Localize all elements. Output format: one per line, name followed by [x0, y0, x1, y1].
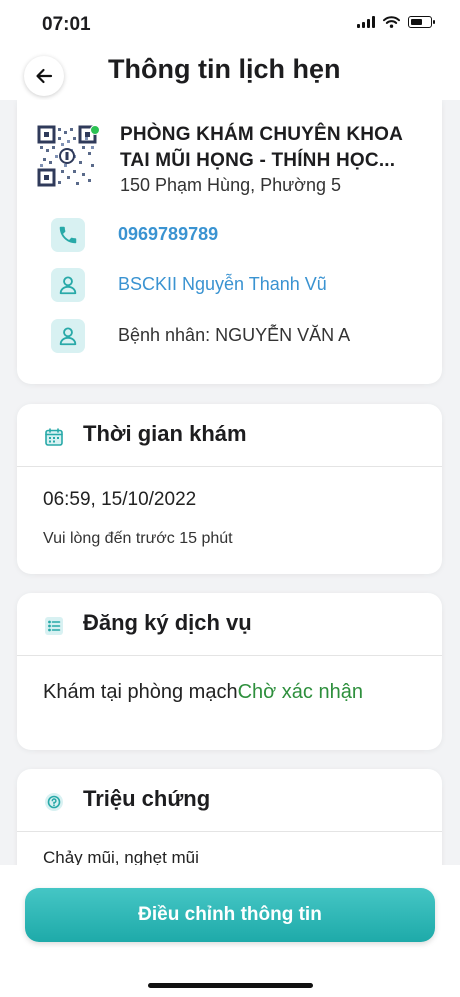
service-status: Chờ xác nhận	[237, 681, 363, 703]
exam-time-note: Vui lòng đến trước 15 phút	[43, 530, 233, 547]
exam-time-card: Thời gian khám 06:59, 15/10/2022 Vui lòn…	[17, 404, 442, 574]
status-time: 07:01	[42, 14, 91, 35]
wifi-icon	[383, 16, 400, 28]
home-indicator[interactable]	[148, 983, 313, 988]
exam-time-title: Thời gian khám	[83, 421, 247, 446]
clinic-card: PHÒNG KHÁM CHUYÊN KHOA TAI MŨI HỌNG - TH…	[17, 100, 442, 384]
status-icons	[357, 16, 435, 28]
symptoms-text: Chảy mũi, nghẹt mũi	[43, 848, 199, 865]
back-button[interactable]	[24, 56, 64, 96]
exam-time-value: 06:59, 15/10/2022	[43, 489, 197, 510]
scroll-content[interactable]: PHÒNG KHÁM CHUYÊN KHOA TAI MŨI HỌNG - TH…	[0, 100, 460, 865]
user-icon	[51, 268, 85, 302]
patient-row: Bệnh nhân: NGUYỄN VĂN A	[51, 319, 431, 353]
symptoms-card: Triệu chứng Chảy mũi, nghẹt mũi	[17, 769, 442, 865]
edit-info-button[interactable]: Điều chỉnh thông tin	[25, 888, 435, 942]
service-name: Khám tại phòng mạch	[43, 681, 238, 703]
online-status-dot	[90, 125, 100, 135]
service-card: Đăng ký dịch vụ Khám tại phòng mạchChờ x…	[17, 593, 442, 750]
page-title: Thông tin lịch hẹn	[108, 54, 341, 84]
patient-icon	[51, 319, 85, 353]
qr-code-icon	[37, 125, 97, 187]
service-title: Đăng ký dịch vụ	[83, 610, 252, 635]
battery-icon	[408, 16, 435, 28]
doctor-row[interactable]: BSCKII Nguyễn Thanh Vũ	[51, 268, 431, 302]
phone-icon	[51, 218, 85, 252]
clinic-name: PHÒNG KHÁM CHUYÊN KHOA TAI MŨI HỌNG - TH…	[120, 124, 403, 171]
signal-icon	[357, 16, 375, 28]
service-row: Khám tại phòng mạchChờ xác nhận	[43, 681, 363, 704]
help-circle-icon	[43, 791, 65, 813]
bottom-action-bar: Điều chỉnh thông tin	[0, 865, 460, 997]
phone-number-link[interactable]: 0969789789	[118, 224, 218, 245]
app-header: Thông tin lịch hẹn	[0, 50, 460, 100]
doctor-name-link[interactable]: BSCKII Nguyễn Thanh Vũ	[118, 274, 327, 295]
clinic-address: 150 Phạm Hùng, Phường 5	[120, 175, 341, 195]
service-header: Đăng ký dịch vụ	[17, 593, 442, 656]
symptoms-title: Triệu chứng	[83, 786, 211, 811]
patient-name: Bệnh nhân: NGUYỄN VĂN A	[118, 325, 351, 345]
arrow-left-icon	[36, 68, 53, 84]
phone-row[interactable]: 0969789789	[51, 218, 431, 252]
symptoms-header: Triệu chứng	[17, 769, 442, 832]
list-icon	[43, 615, 65, 637]
calendar-icon	[43, 426, 65, 448]
status-bar: 07:01	[0, 0, 460, 50]
exam-time-header: Thời gian khám	[17, 404, 442, 467]
